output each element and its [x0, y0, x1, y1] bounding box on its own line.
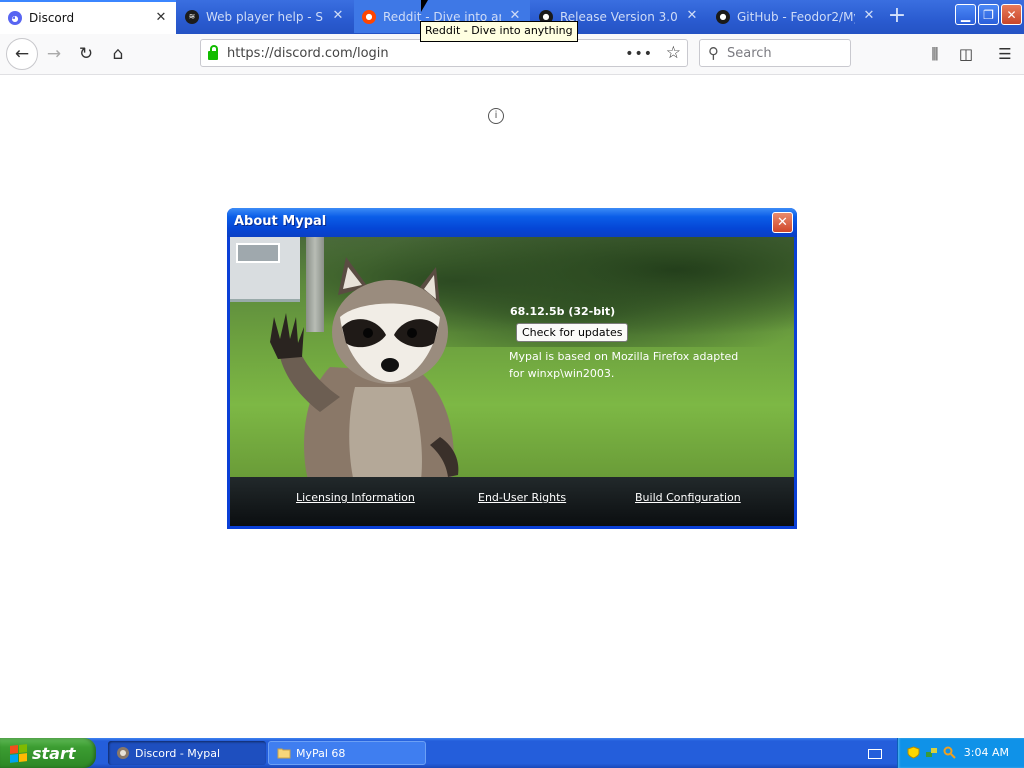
network-icon[interactable] [925, 746, 938, 759]
dialog-footer: Licensing Information End-User Rights Bu… [230, 477, 794, 526]
search-icon: ⚲ [708, 44, 719, 62]
bookmark-star-icon[interactable]: ☆ [666, 43, 681, 63]
sidebar-icon[interactable]: ◫ [955, 43, 977, 65]
mypal-icon [117, 747, 129, 759]
info-icon[interactable]: i [488, 108, 504, 124]
start-button[interactable]: start [0, 738, 96, 768]
reload-button[interactable]: ↻ [72, 40, 100, 68]
tab-label: GitHub - Feodor2/Mypa [737, 9, 855, 24]
keyboard-icon[interactable] [868, 749, 882, 759]
dialog-title: About Mypal [234, 214, 327, 229]
page-actions-icon[interactable]: ••• [625, 46, 653, 62]
start-label: start [32, 743, 76, 763]
home-button[interactable]: ⌂ [104, 40, 132, 68]
taskbar-button-label: MyPal 68 [296, 746, 346, 760]
folder-icon [277, 748, 291, 759]
taskbar-button-label: Discord - Mypal [135, 746, 221, 760]
tab-label: Discord [29, 11, 75, 25]
minimize-button[interactable]: ▁ [955, 4, 976, 25]
description-text: Mypal is based on Mozilla Firefox adapte… [509, 350, 739, 380]
tab-github[interactable]: ● GitHub - Feodor2/Mypa ✕ [708, 0, 884, 33]
discord-icon: ◕ [8, 11, 22, 25]
taskbar-button-discord[interactable]: Discord - Mypal [108, 741, 266, 765]
new-tab-button[interactable]: + [884, 4, 910, 30]
library-icon[interactable]: ⫼ [924, 43, 946, 65]
menu-icon[interactable]: ☰ [994, 43, 1016, 65]
system-tray: 3:04 AM [897, 738, 1024, 768]
dialog-close-button[interactable]: ✕ [772, 212, 793, 233]
restore-button[interactable]: ❐ [978, 4, 999, 25]
about-dialog: About Mypal ✕ 68.12.5b (32-bit) Check fo… [227, 208, 797, 529]
version-label: 68.12.5b (32-bit) [510, 305, 616, 318]
windows-logo-icon [10, 743, 27, 763]
tab-label: Web player help - Spoti [206, 9, 324, 24]
close-icon[interactable]: ✕ [331, 9, 345, 23]
reddit-icon: ● [362, 9, 376, 24]
back-button[interactable]: ← [6, 38, 38, 70]
tab-spotify[interactable]: ≋ Web player help - Spoti ✕ [177, 0, 353, 33]
github-icon: ● [716, 9, 730, 24]
clock: 3:04 AM [963, 746, 1009, 759]
close-icon[interactable]: ✕ [685, 9, 699, 23]
licensing-link[interactable]: Licensing Information [296, 491, 415, 504]
tab-discord[interactable]: ◕ Discord ✕ [0, 0, 176, 34]
build-config-link[interactable]: Build Configuration [635, 491, 741, 504]
close-icon[interactable]: ✕ [862, 9, 876, 23]
security-shield-icon[interactable] [907, 746, 920, 759]
taskbar: start Discord - Mypal MyPal 68 3:04 AM [0, 738, 1024, 768]
search-placeholder: Search [727, 45, 772, 61]
taskbar-button-mypal[interactable]: MyPal 68 [268, 741, 426, 765]
raccoon-image [270, 257, 459, 487]
tab-tooltip: Reddit - Dive into anything [420, 21, 578, 42]
url-text[interactable]: https://discord.com/login [227, 46, 389, 61]
close-window-button[interactable]: ✕ [1001, 4, 1022, 25]
mouse-cursor-icon [421, 0, 428, 12]
check-updates-button[interactable]: Check for updates [516, 323, 629, 342]
user-rights-link[interactable]: End-User Rights [478, 491, 566, 504]
magnifier-icon[interactable] [943, 746, 956, 759]
lock-icon [208, 44, 218, 60]
dialog-titlebar[interactable]: About Mypal ✕ [227, 208, 797, 237]
tab-label: Release Version 3.0.3 [560, 9, 678, 24]
spotify-icon: ≋ [185, 9, 199, 24]
search-input[interactable]: ⚲ Search [699, 39, 851, 67]
dialog-body: 68.12.5b (32-bit) Check for updates Mypa… [230, 237, 794, 526]
url-bar[interactable]: i https://discord.com/login ••• ☆ [200, 39, 688, 124]
close-icon[interactable]: ✕ [154, 11, 168, 25]
forward-button[interactable]: → [40, 40, 68, 68]
version-info: 68.12.5b (32-bit) Check for updates Mypa… [509, 305, 749, 382]
